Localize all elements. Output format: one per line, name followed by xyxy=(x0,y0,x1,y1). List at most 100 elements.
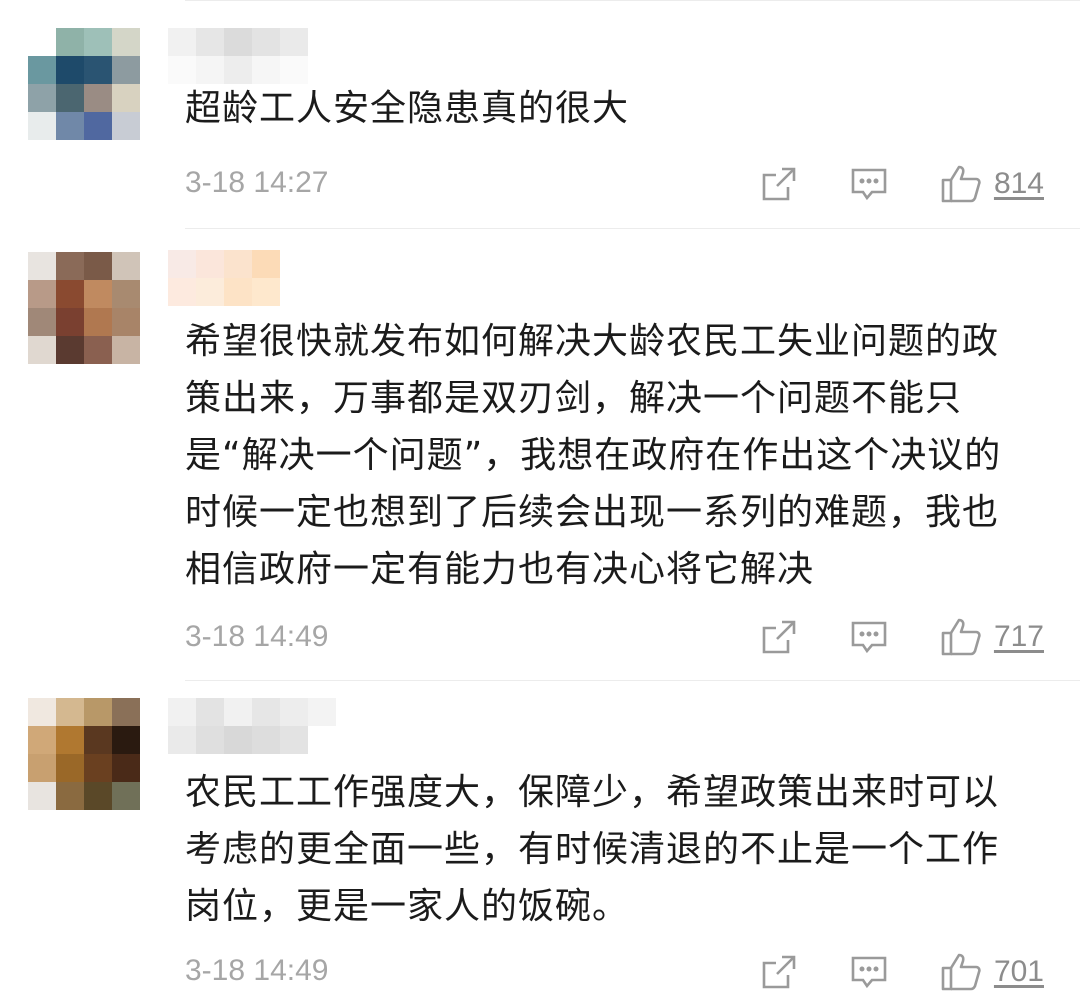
avatar-pixel xyxy=(84,698,112,726)
avatar-pixel xyxy=(56,280,84,308)
share-button[interactable] xyxy=(760,953,798,991)
avatar-pixel xyxy=(112,754,140,782)
comment-timestamp: 3-18 14:27 xyxy=(185,166,329,199)
thumbs-up-icon xyxy=(940,617,982,657)
comment-icon xyxy=(850,165,888,203)
username-pixel xyxy=(280,698,308,726)
username-pixel xyxy=(308,726,336,754)
avatar-pixel xyxy=(112,308,140,336)
avatar-pixel xyxy=(28,308,56,336)
username-pixel xyxy=(224,250,252,278)
avatar-pixel xyxy=(28,112,56,140)
avatar-pixel xyxy=(84,112,112,140)
avatar-pixel xyxy=(84,336,112,364)
avatar-pixel xyxy=(84,280,112,308)
comment-text: 超龄工人安全隐患真的很大 xyxy=(185,88,630,129)
username-pixel xyxy=(280,28,308,56)
avatar-pixel xyxy=(84,726,112,754)
username-pixel xyxy=(196,726,224,754)
avatar-pixel xyxy=(56,308,84,336)
avatar-pixel xyxy=(84,28,112,56)
like-button[interactable]: 717 xyxy=(940,617,1044,657)
username-pixel xyxy=(196,278,224,306)
username-pixel xyxy=(280,250,308,278)
avatar-pixel xyxy=(56,112,84,140)
avatar-pixel xyxy=(112,56,140,84)
avatar-pixel xyxy=(112,698,140,726)
username-pixel xyxy=(224,278,252,306)
like-button[interactable]: 701 xyxy=(940,952,1044,992)
comment-icon xyxy=(850,953,888,991)
comment-timestamp: 3-18 14:49 xyxy=(185,620,329,653)
comment-item: 超龄工人安全隐患真的很大 3-18 14:27 814 xyxy=(0,0,1080,228)
username-pixel xyxy=(252,698,280,726)
avatar-pixel xyxy=(112,782,140,810)
username-pixel xyxy=(168,250,196,278)
reply-button[interactable] xyxy=(850,953,888,991)
comment-actions: 717 xyxy=(708,615,1044,659)
comment-text: 希望很快就发布如何解决大龄农民工失业问题的政策出来，万事都是双刃剑，解决一个问题… xyxy=(185,321,1002,590)
reply-button[interactable] xyxy=(850,618,888,656)
avatar[interactable] xyxy=(28,252,140,364)
share-button[interactable] xyxy=(760,618,798,656)
avatar-pixel xyxy=(28,280,56,308)
like-count[interactable]: 701 xyxy=(994,955,1044,989)
avatar-pixel xyxy=(112,726,140,754)
username-pixel xyxy=(168,278,196,306)
username-pixel xyxy=(280,726,308,754)
avatar-pixel xyxy=(28,84,56,112)
avatar-pixel xyxy=(28,56,56,84)
avatar-pixel xyxy=(56,754,84,782)
avatar-pixel xyxy=(112,112,140,140)
avatar-pixel xyxy=(28,782,56,810)
like-count[interactable]: 717 xyxy=(994,620,1044,654)
avatar-pixel xyxy=(56,28,84,56)
username[interactable] xyxy=(168,28,308,84)
username-pixel xyxy=(280,278,308,306)
like-count[interactable]: 814 xyxy=(994,167,1044,201)
avatar-pixel xyxy=(112,336,140,364)
username-pixel xyxy=(196,28,224,56)
username-pixel xyxy=(224,698,252,726)
avatar-pixel xyxy=(28,726,56,754)
reply-button[interactable] xyxy=(850,165,888,203)
username-pixel xyxy=(168,28,196,56)
avatar-pixel xyxy=(112,28,140,56)
username[interactable] xyxy=(168,250,308,306)
avatar-pixel xyxy=(84,84,112,112)
avatar-pixel xyxy=(28,252,56,280)
like-button[interactable]: 814 xyxy=(940,164,1044,204)
avatar-pixel xyxy=(84,252,112,280)
avatar-pixel xyxy=(28,698,56,726)
avatar-pixel xyxy=(56,726,84,754)
comment-actions: 701 xyxy=(708,950,1044,994)
comment-actions: 814 xyxy=(708,162,1044,206)
username-pixel xyxy=(308,698,336,726)
username-pixel xyxy=(196,250,224,278)
username-pixel xyxy=(224,726,252,754)
avatar-pixel xyxy=(84,56,112,84)
username-pixel xyxy=(168,698,196,726)
avatar-pixel xyxy=(112,84,140,112)
avatar-pixel xyxy=(56,56,84,84)
thumbs-up-icon xyxy=(940,952,982,992)
username-pixel xyxy=(168,726,196,754)
comment-item: 希望很快就发布如何解决大龄农民工失业问题的政策出来，万事都是双刃剑，解决一个问题… xyxy=(0,228,1080,680)
share-icon xyxy=(760,953,798,991)
avatar-pixel xyxy=(28,336,56,364)
avatar-pixel xyxy=(84,754,112,782)
thumbs-up-icon xyxy=(940,164,982,204)
username-pixel xyxy=(252,726,280,754)
username-pixel xyxy=(224,28,252,56)
avatar[interactable] xyxy=(28,28,140,140)
share-icon xyxy=(760,165,798,203)
username[interactable] xyxy=(168,698,336,754)
avatar-pixel xyxy=(84,308,112,336)
username-pixel xyxy=(252,250,280,278)
avatar-pixel xyxy=(56,84,84,112)
avatar-pixel xyxy=(56,782,84,810)
avatar[interactable] xyxy=(28,698,140,810)
share-button[interactable] xyxy=(760,165,798,203)
avatar-pixel xyxy=(112,252,140,280)
username-pixel xyxy=(252,278,280,306)
